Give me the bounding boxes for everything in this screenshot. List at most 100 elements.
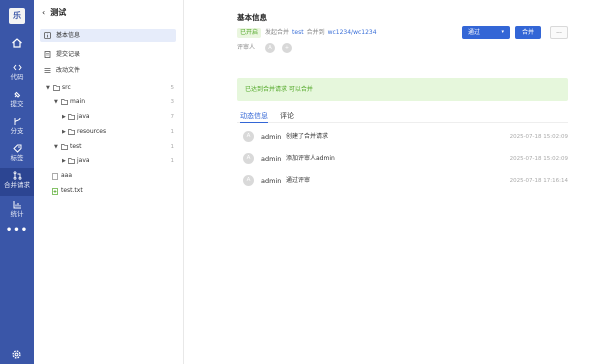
tree-count: 3 bbox=[170, 99, 175, 105]
branch-icon bbox=[14, 117, 20, 125]
rail-more-button[interactable]: ••• bbox=[0, 226, 34, 236]
chevron-down-icon[interactable]: ▾ bbox=[501, 26, 504, 39]
menu-item-basic-info[interactable]: 基本信息 bbox=[40, 29, 176, 42]
folder-icon bbox=[68, 129, 75, 135]
reviewers-label: 评审人 bbox=[237, 44, 256, 51]
initiator-link[interactable]: test bbox=[292, 29, 304, 36]
activity-message: 创建了合并请求 bbox=[286, 133, 329, 140]
tree-row-main-java[interactable]: ▶ java 7 bbox=[34, 111, 182, 123]
page-title: 基本信息 bbox=[237, 13, 267, 22]
tree-row-aaa[interactable]: aaa bbox=[34, 170, 182, 182]
tag-icon bbox=[12, 144, 21, 153]
app-logo[interactable]: 乐 bbox=[9, 8, 25, 24]
merge-request-icon bbox=[13, 171, 21, 180]
tree-count: 5 bbox=[170, 85, 175, 91]
activity-message: 添加评审人admin bbox=[286, 155, 335, 162]
tree-row-test-txt[interactable]: test.txt bbox=[34, 185, 182, 197]
gear-icon[interactable] bbox=[11, 349, 22, 360]
activity-item: A admin 通过评审 2025-07-18 17:16:14 bbox=[243, 175, 568, 187]
rail-item-home[interactable] bbox=[0, 32, 34, 62]
status-badge: 已开启 bbox=[237, 28, 262, 38]
merge-ready-alert: 已达到合并请求 可以合并 bbox=[237, 78, 568, 101]
add-reviewer-button[interactable]: + bbox=[282, 43, 292, 53]
tab-activity[interactable]: 动态信息 bbox=[240, 111, 268, 123]
rail-item-code[interactable]: 代码 bbox=[0, 60, 34, 90]
activity-item: A admin 创建了合并请求 2025-07-18 15:02:09 bbox=[243, 131, 568, 143]
folder-icon bbox=[68, 114, 75, 120]
merge-meta: 已开启 发起合并 test 合并到 wc1234/wc1234 bbox=[237, 28, 380, 38]
approve-dropdown-button[interactable]: 通过 ▾ bbox=[462, 26, 510, 39]
caret-right-icon[interactable]: ▶ bbox=[62, 126, 66, 138]
activity-tabs: 动态信息 评论 bbox=[237, 111, 568, 123]
document-icon bbox=[44, 51, 51, 58]
app-root: 乐 代码 提交 分支 标签 合并请求 统计 ••• ‹ 测试 基本信息 提交记录… bbox=[0, 0, 600, 364]
activity-item: A admin 添加评审人admin 2025-07-18 15:02:09 bbox=[243, 153, 568, 165]
folder-icon bbox=[68, 158, 75, 164]
tree-count: 1 bbox=[170, 129, 175, 135]
activity-time: 2025-07-18 17:16:14 bbox=[509, 178, 568, 184]
avatar: A bbox=[243, 131, 254, 142]
activity-time: 2025-07-18 15:02:09 bbox=[509, 156, 568, 162]
menu-label-changed-files: 改动文件 bbox=[56, 67, 81, 74]
rail-label-tag: 标签 bbox=[10, 154, 24, 162]
menu-label-basic-info: 基本信息 bbox=[56, 32, 81, 39]
menu-item-changed-files[interactable]: 改动文件 bbox=[40, 64, 176, 77]
menu-item-commits[interactable]: 提交记录 bbox=[40, 48, 176, 61]
initiator-label: 发起合并 bbox=[265, 29, 290, 36]
caret-down-icon[interactable]: ▼ bbox=[46, 82, 50, 94]
rail-item-merge-request[interactable]: 合并请求 bbox=[0, 168, 34, 196]
list-icon bbox=[44, 68, 51, 73]
back-button[interactable]: ‹ bbox=[42, 8, 45, 17]
tree-name: java bbox=[77, 113, 90, 120]
info-icon bbox=[44, 32, 51, 39]
tree-name: test.txt bbox=[61, 187, 83, 194]
rail-item-stats[interactable]: 统计 bbox=[0, 197, 34, 227]
tree-row-main[interactable]: ▼ main 3 bbox=[34, 96, 182, 108]
tab-comments[interactable]: 评论 bbox=[280, 111, 294, 122]
caret-right-icon[interactable]: ▶ bbox=[62, 111, 66, 123]
tree-row-resources[interactable]: ▶ resources 1 bbox=[34, 126, 182, 138]
branch-link[interactable]: wc1234/wc1234 bbox=[328, 29, 377, 36]
secondary-panel: ‹ 测试 基本信息 提交记录 改动文件 ▼ src 5 ▼ main 3 ▶ j… bbox=[34, 0, 184, 364]
file-added-icon bbox=[52, 188, 58, 195]
tree-row-test[interactable]: ▼ test 1 bbox=[34, 141, 182, 153]
activity-message: 通过评审 bbox=[286, 177, 311, 184]
folder-icon bbox=[53, 85, 60, 91]
tree-count: 7 bbox=[170, 114, 175, 120]
rail-label-commit: 提交 bbox=[10, 100, 24, 108]
merge-button[interactable]: 合并 bbox=[515, 26, 541, 39]
approve-button-label: 通过 bbox=[468, 29, 481, 36]
rail-item-tag[interactable]: 标签 bbox=[0, 141, 34, 171]
panel-header: ‹ 测试 bbox=[42, 7, 66, 19]
tree-name: resources bbox=[77, 128, 107, 135]
activity-user: admin bbox=[261, 155, 282, 163]
folder-icon bbox=[61, 144, 68, 150]
caret-down-icon[interactable]: ▼ bbox=[54, 96, 58, 108]
main-content: 基本信息 已开启 发起合并 test 合并到 wc1234/wc1234 评审人 A +… bbox=[184, 0, 600, 364]
tree-name: aaa bbox=[61, 172, 73, 179]
rail-item-branch[interactable]: 分支 bbox=[0, 114, 34, 144]
tree-count: 1 bbox=[170, 144, 175, 150]
tree-count: 1 bbox=[170, 158, 175, 164]
tree-row-test-java[interactable]: ▶ java 1 bbox=[34, 155, 182, 167]
home-icon bbox=[12, 38, 22, 48]
chart-icon bbox=[13, 201, 21, 209]
code-icon bbox=[12, 64, 22, 71]
caret-down-icon[interactable]: ▼ bbox=[54, 141, 58, 153]
rail-item-commit[interactable]: 提交 bbox=[0, 87, 34, 117]
avatar: A bbox=[243, 175, 254, 186]
avatar[interactable]: A bbox=[265, 43, 275, 53]
tree-name: test bbox=[70, 143, 82, 150]
folder-icon bbox=[61, 99, 68, 105]
tree-name: java bbox=[77, 157, 90, 164]
caret-right-icon[interactable]: ▶ bbox=[62, 155, 66, 167]
commit-icon bbox=[13, 91, 20, 98]
avatar: A bbox=[243, 153, 254, 164]
more-button[interactable]: ... bbox=[550, 26, 568, 39]
activity-user: admin bbox=[261, 133, 282, 141]
activity-user: admin bbox=[261, 177, 282, 185]
rail-label-code: 代码 bbox=[10, 73, 24, 81]
tree-row-src[interactable]: ▼ src 5 bbox=[34, 82, 182, 94]
file-icon bbox=[52, 173, 58, 180]
left-rail: 乐 代码 提交 分支 标签 合并请求 统计 ••• bbox=[0, 0, 34, 364]
